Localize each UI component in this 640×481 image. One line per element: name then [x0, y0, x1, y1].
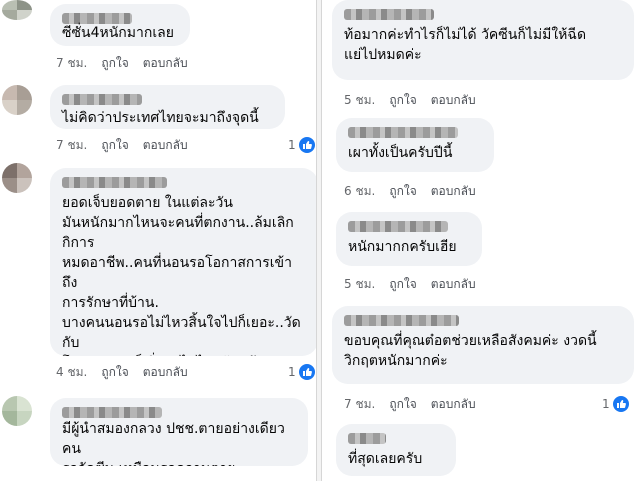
avatar[interactable] — [2, 396, 32, 426]
comment-text: ท้อมากค่ะทำไรก็ไม่ได้ วัคซีนก็ไม่มีให้ฉี… — [344, 27, 587, 63]
commenter-name[interactable] — [348, 221, 448, 232]
comment-time: 4 ชม. — [56, 365, 88, 379]
avatar[interactable] — [2, 85, 32, 115]
comment-text: ที่สุดเลยครับ — [348, 451, 423, 467]
reaction-number: 1 — [602, 397, 610, 411]
right-comment-panel: ท้อมากค่ะทำไรก็ไม่ได้ วัคซีนก็ไม่มีให้ฉี… — [322, 0, 638, 481]
comment-bubble: ยอดเจ็บยอดตาย ในแต่ละวัน มันหนักมากไหนจะ… — [50, 168, 316, 356]
comment-meta: 7 ชม. ถูกใจ ตอบกลับ — [56, 137, 202, 153]
comment-text: มีผู้นำสมองกลวง ปชช.ตายอย่างเดียว คน รอว… — [62, 421, 285, 466]
comment-text: หนักมากกครับเฮีย — [348, 239, 457, 255]
reaction-number: 1 — [288, 365, 296, 379]
like-reaction-icon — [612, 396, 629, 412]
comment-bubble: ซีซั่น4หนักมากเลยค่ะ — [50, 4, 190, 46]
comment-time: 6 ชม. — [344, 184, 376, 198]
reply-link[interactable]: ตอบกลับ — [431, 92, 476, 108]
like-link[interactable]: ถูกใจ — [389, 276, 416, 292]
comment-time: 5 ชม. — [344, 93, 376, 107]
reaction-count[interactable]: 1 — [288, 363, 315, 381]
comment-time: 7 ชม. — [56, 138, 88, 152]
comment-bubble: ขอบคุณที่คุณต๋อตช่วยเหลือสังคมค่ะ งวดนี้… — [332, 306, 634, 384]
commenter-name[interactable] — [348, 127, 458, 138]
reply-link[interactable]: ตอบกลับ — [143, 364, 188, 380]
reply-link[interactable]: ตอบกลับ — [143, 55, 188, 71]
comment-text: เผาทั้งเป็นครับปีนี้ — [348, 145, 453, 161]
left-comment-panel: ซีซั่น4หนักมากเลยค่ะ 7 ชม.ถูกใจตอบกลับ ไ… — [0, 0, 316, 481]
commenter-name[interactable] — [348, 433, 386, 444]
comment-meta: 4 ชม. ถูกใจ ตอบกลับ — [56, 364, 202, 380]
commenter-name[interactable] — [62, 407, 162, 418]
comment-meta: 7 ชม. ถูกใจ ตอบกลับ — [56, 55, 202, 71]
comment-bubble: ไม่คิดว่าประเทศไทยจะมาถึงจุดนี้เลย — [50, 85, 285, 129]
comment-text: ขอบคุณที่คุณต๋อตช่วยเหลือสังคมค่ะ งวดนี้… — [344, 333, 597, 369]
avatar[interactable] — [2, 0, 32, 20]
like-link[interactable]: ถูกใจ — [101, 55, 128, 71]
avatar[interactable] — [2, 163, 32, 193]
like-link[interactable]: ถูกใจ — [101, 364, 128, 380]
comment-time: 5 ชม. — [344, 277, 376, 291]
reply-link[interactable]: ตอบกลับ — [143, 137, 188, 153]
commenter-name[interactable] — [344, 9, 434, 20]
comment-meta: 5 ชม. ถูกใจ ตอบกลับ — [344, 276, 490, 292]
reply-link[interactable]: ตอบกลับ — [431, 183, 476, 199]
commenter-name[interactable] — [344, 315, 459, 326]
comment-time: 7 ชม. — [344, 397, 376, 411]
comment-bubble: ที่สุดเลยครับ — [336, 424, 456, 476]
reaction-count[interactable]: 1 — [288, 136, 315, 154]
like-link[interactable]: ถูกใจ — [101, 137, 128, 153]
like-link[interactable]: ถูกใจ — [389, 92, 416, 108]
reaction-number: 1 — [288, 138, 296, 152]
reply-link[interactable]: ตอบกลับ — [431, 276, 476, 292]
commenter-name[interactable] — [62, 94, 142, 105]
comment-text: ยอดเจ็บยอดตาย ในแต่ละวัน มันหนักมากไหนจะ… — [62, 195, 301, 356]
comment-time: 7 ชม. — [56, 56, 88, 70]
like-link[interactable]: ถูกใจ — [389, 396, 416, 412]
reply-link[interactable]: ตอบกลับ — [431, 396, 476, 412]
like-reaction-icon — [298, 364, 315, 380]
comment-bubble: ท้อมากค่ะทำไรก็ไม่ได้ วัคซีนก็ไม่มีให้ฉี… — [332, 0, 634, 80]
comment-meta: 5 ชม. ถูกใจ ตอบกลับ — [344, 92, 490, 108]
reaction-count[interactable]: 1 — [602, 395, 629, 413]
comment-text: ไม่คิดว่าประเทศไทยจะมาถึงจุดนี้เลย — [62, 110, 259, 126]
comment-bubble: มีผู้นำสมองกลวง ปชช.ตายอย่างเดียว คน รอว… — [50, 398, 308, 466]
comment-meta: 7 ชม. ถูกใจ ตอบกลับ — [344, 396, 490, 412]
comment-meta: 6 ชม. ถูกใจ ตอบกลับ — [344, 183, 490, 199]
comment-bubble: หนักมากกครับเฮีย — [336, 212, 482, 266]
commenter-name[interactable] — [62, 177, 167, 188]
like-reaction-icon — [298, 137, 315, 153]
like-link[interactable]: ถูกใจ — [389, 183, 416, 199]
comment-text: ซีซั่น4หนักมากเลยค่ะ — [62, 25, 174, 46]
comment-bubble: เผาทั้งเป็นครับปีนี้ — [336, 118, 494, 172]
